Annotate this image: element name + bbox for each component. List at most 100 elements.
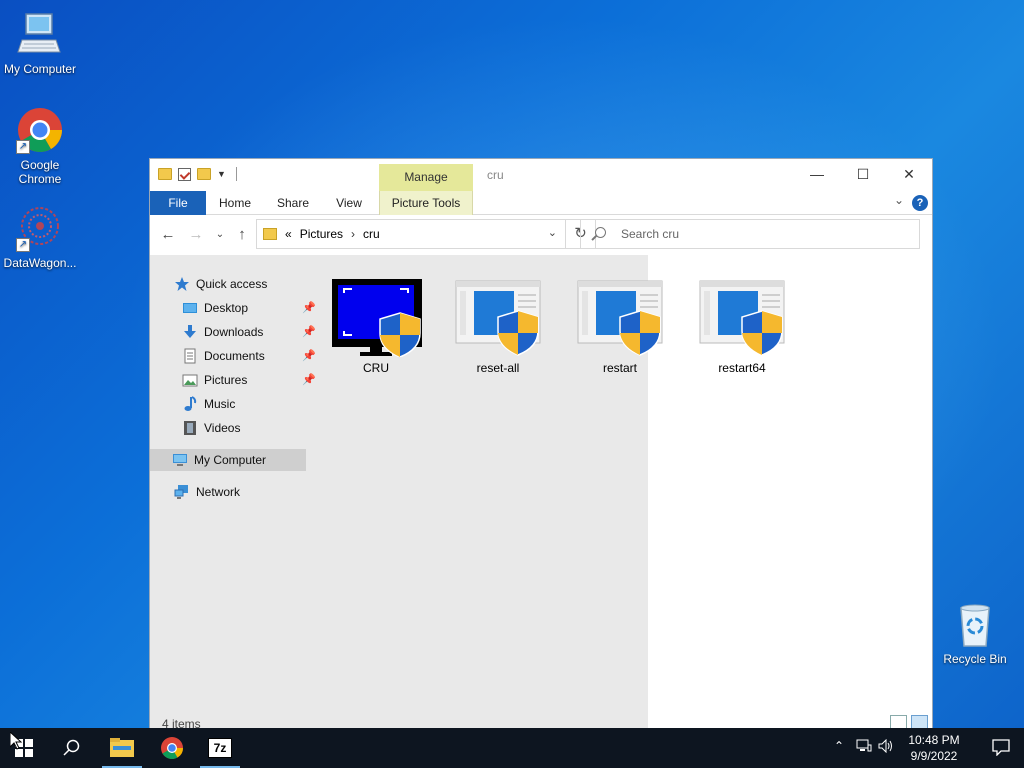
file-name: CRU: [363, 361, 389, 375]
uac-file-icon: [574, 279, 666, 357]
pin-icon[interactable]: 📌: [302, 345, 316, 367]
nav-label: Documents: [204, 349, 265, 363]
breadcrumb-overflow[interactable]: «: [285, 227, 292, 241]
desktop-icon: [182, 300, 198, 316]
nav-label: Downloads: [204, 325, 264, 339]
recent-locations-icon[interactable]: ⌄: [210, 225, 230, 245]
pin-icon[interactable]: 📌: [302, 369, 316, 391]
file-name: restart64: [718, 361, 766, 375]
properties-icon[interactable]: [178, 167, 191, 181]
content-area: Quick access Desktop 📌 Downloads 📌 Docum…: [150, 255, 932, 715]
file-item-restart[interactable]: restart: [572, 279, 668, 375]
cru-app-icon: [330, 279, 424, 358]
nav-my-computer[interactable]: My Computer: [150, 449, 306, 471]
nav-pictures[interactable]: Pictures 📌: [182, 369, 316, 391]
help-icon[interactable]: ?: [912, 195, 928, 211]
tab-view[interactable]: View: [326, 191, 372, 215]
clock-date: 9/9/2022: [910, 749, 958, 763]
taskbar-file-explorer[interactable]: [98, 728, 146, 768]
folder-icon: [263, 228, 277, 240]
tab-picture-tools[interactable]: Picture Tools: [379, 191, 473, 215]
7zip-icon: 7z: [208, 738, 232, 758]
quick-access-toolbar: ▼: [158, 167, 237, 181]
network-icon: [174, 484, 190, 500]
up-button[interactable]: ↑: [232, 225, 252, 245]
file-name: restart: [602, 361, 637, 375]
downloads-icon: [182, 324, 198, 340]
title-bar[interactable]: ▼ Manage cru — ☐ ✕: [150, 159, 932, 191]
address-dropdown-icon[interactable]: ⌄: [548, 226, 557, 239]
show-hidden-icons-icon[interactable]: ⌃: [834, 739, 844, 753]
customize-qat-icon[interactable]: ▼: [217, 169, 226, 179]
file-item-restart64[interactable]: restart64: [694, 279, 790, 375]
nav-label: Network: [196, 485, 241, 499]
computer-icon: [16, 10, 64, 58]
minimize-button[interactable]: —: [794, 159, 840, 191]
navigation-bar: ← → ⌄ ↑ « Pictures › cru ⌄ ↻ Search cru: [150, 215, 932, 255]
search-icon: [63, 739, 80, 756]
nav-label: Music: [204, 397, 236, 411]
new-folder-icon[interactable]: [197, 168, 211, 180]
nav-network[interactable]: Network: [174, 481, 240, 503]
address-bar[interactable]: « Pictures › cru ⌄: [256, 219, 566, 249]
uac-file-icon: [452, 279, 544, 357]
system-tray: ⌃ 10:48 PM 9/9/2022: [824, 728, 1024, 768]
file-explorer-window[interactable]: ▼ Manage cru — ☐ ✕ File Home Share View …: [149, 158, 933, 734]
nav-videos[interactable]: Videos: [182, 417, 240, 439]
file-name: reset-all: [476, 361, 520, 375]
nav-quick-access[interactable]: Quick access: [174, 273, 267, 295]
expand-ribbon-icon[interactable]: ⌄: [894, 193, 904, 207]
uac-file-icon: [696, 279, 788, 357]
start-button[interactable]: [0, 728, 48, 768]
back-button[interactable]: ←: [158, 225, 178, 245]
breadcrumb-separator-icon[interactable]: ›: [351, 227, 355, 241]
volume-icon[interactable]: [878, 738, 894, 756]
nav-desktop[interactable]: Desktop 📌: [182, 297, 316, 319]
nav-documents[interactable]: Documents 📌: [182, 345, 316, 367]
nav-music[interactable]: Music: [182, 393, 235, 415]
datawagon-icon: ↗: [16, 204, 64, 252]
mouse-cursor-icon: [10, 732, 22, 750]
pin-icon[interactable]: 📌: [302, 297, 316, 319]
nav-label: Videos: [204, 421, 241, 435]
pictures-icon: [182, 372, 198, 388]
file-item-cru[interactable]: CRU: [328, 279, 424, 375]
action-center-icon[interactable]: [992, 738, 1010, 759]
tab-home[interactable]: Home: [212, 191, 258, 215]
breadcrumb-cru[interactable]: cru: [363, 227, 380, 241]
network-tray-icon[interactable]: [856, 739, 872, 756]
taskbar-chrome[interactable]: [148, 728, 196, 768]
taskbar-search-button[interactable]: [48, 728, 96, 768]
taskbar: 7z ⌃ 10:48 PM 9/9/2022: [0, 728, 1024, 768]
forward-button[interactable]: →: [186, 225, 206, 245]
desktop-icon-my-computer[interactable]: My Computer: [0, 10, 80, 76]
documents-icon: [182, 348, 198, 364]
clock[interactable]: 10:48 PM 9/9/2022: [904, 732, 964, 764]
nav-label: Quick access: [196, 277, 268, 291]
tab-file[interactable]: File: [150, 191, 206, 215]
close-button[interactable]: ✕: [886, 159, 932, 191]
breadcrumb-pictures[interactable]: Pictures: [300, 227, 343, 241]
maximize-button[interactable]: ☐: [840, 159, 886, 191]
computer-icon: [172, 452, 188, 468]
tab-share[interactable]: Share: [270, 191, 316, 215]
desktop-icon-google-chrome[interactable]: ↗ Google Chrome: [0, 106, 80, 186]
folder-icon[interactable]: [158, 168, 172, 180]
taskbar-7zip[interactable]: 7z: [196, 728, 244, 768]
search-input[interactable]: Search cru: [580, 219, 920, 249]
desktop-icon-datawagon[interactable]: ↗ DataWagon...: [0, 204, 80, 270]
window-title: cru: [487, 168, 504, 182]
chrome-icon: [161, 737, 183, 759]
7zip-label: 7z: [213, 741, 227, 755]
music-icon: [182, 396, 198, 412]
tab-manage[interactable]: Manage: [379, 164, 473, 191]
desktop-icon-recycle-bin[interactable]: Recycle Bin: [940, 600, 1010, 666]
file-item-reset-all[interactable]: reset-all: [450, 279, 546, 375]
ribbon-tabs: File Home Share View Picture Tools ⌄ ?: [150, 191, 932, 215]
nav-downloads[interactable]: Downloads 📌: [182, 321, 316, 343]
nav-label: Desktop: [204, 301, 249, 315]
desktop-icon-label: Recycle Bin: [943, 652, 1007, 666]
pin-icon[interactable]: 📌: [302, 321, 316, 343]
nav-label: Pictures: [204, 373, 248, 387]
desktop-icon-label: My Computer: [3, 62, 77, 76]
